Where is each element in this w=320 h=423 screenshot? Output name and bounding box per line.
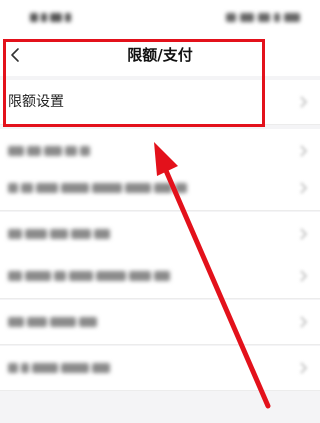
nav-bar: 限额/支付 xyxy=(0,34,320,76)
chevron-right-icon xyxy=(300,270,308,282)
list-item[interactable] xyxy=(0,300,320,345)
status-bar xyxy=(0,0,320,34)
list-item-label-blurred xyxy=(8,269,170,283)
list-item-label-blurred xyxy=(8,144,90,158)
list-item[interactable] xyxy=(0,166,320,211)
list-item[interactable] xyxy=(0,346,320,391)
list-item-label-blurred xyxy=(8,361,110,375)
list-item-label-blurred xyxy=(8,315,97,329)
list-item-label-blurred xyxy=(8,227,110,241)
chevron-right-icon xyxy=(300,182,308,194)
settings-screen: 限额/支付 限额设置 xyxy=(0,0,320,423)
status-time-blurred xyxy=(30,10,76,24)
page-title: 限额/支付 xyxy=(127,46,193,64)
chevron-right-icon xyxy=(300,228,308,240)
list-item[interactable] xyxy=(0,212,320,257)
chevron-right-icon xyxy=(300,316,308,328)
chevron-right-icon xyxy=(300,145,308,157)
list-item-limit-settings[interactable]: 限额设置 xyxy=(0,80,320,125)
list-item-label: 限额设置 xyxy=(8,94,64,110)
chevron-right-icon xyxy=(300,96,308,108)
list-item-label-blurred xyxy=(8,181,187,195)
list-item[interactable] xyxy=(0,254,320,299)
chevron-right-icon xyxy=(300,362,308,374)
status-icons-blurred xyxy=(220,10,300,24)
